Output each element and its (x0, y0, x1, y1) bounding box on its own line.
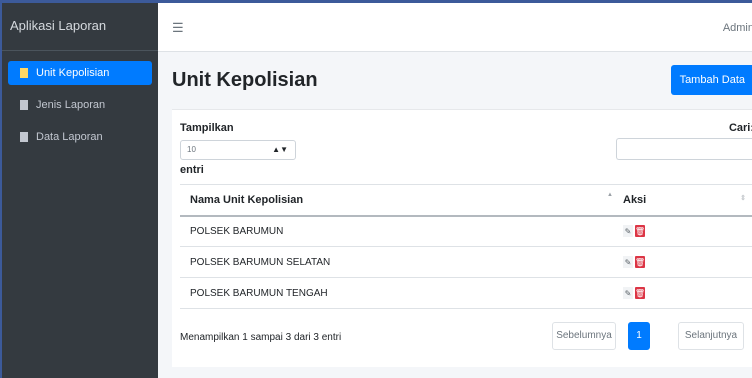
search-label: Cari: (728, 122, 752, 134)
sidebar-item-unit-kepolisian[interactable]: Unit Kepolisian (8, 61, 152, 85)
table-row: POLSEK BARUMUN TENGAH ✎ 🗑 (180, 277, 752, 309)
data-table: Nama Unit Kepolisian ▲ Aksi ⇕ POLSEK BAR… (180, 184, 752, 309)
hamburger-icon[interactable]: ☰ (172, 20, 184, 36)
column-header-name[interactable]: Nama Unit Kepolisian ▲ (180, 184, 619, 217)
edit-icon[interactable]: ✎ (623, 287, 633, 299)
unit-name-cell: POLSEK BARUMUN SELATAN (180, 246, 619, 278)
trash-icon[interactable]: 🗑 (635, 256, 645, 268)
actions-cell: ✎ 🗑 (619, 246, 752, 278)
edit-icon[interactable]: ✎ (623, 225, 633, 238)
document-icon (20, 100, 28, 110)
sort-asc-icon: ▲ (607, 192, 613, 198)
search-input[interactable] (616, 138, 752, 160)
sidebar: Aplikasi Laporan Unit Kepolisian Jenis L… (2, 3, 158, 378)
data-card: Tampilkan 10 ▲▼ entri Cari: Nama Unit Ke… (172, 109, 752, 367)
document-icon (20, 68, 28, 78)
sort-icon: ⇕ (740, 195, 746, 202)
sidebar-item-data-laporan[interactable]: Data Laporan (8, 125, 152, 149)
page-title: Unit Kepolisian (172, 69, 318, 91)
edit-icon[interactable]: ✎ (623, 256, 633, 268)
sidebar-item-label: Data Laporan (36, 131, 103, 143)
unit-name-cell: POLSEK BARUMUN (180, 215, 619, 247)
entries-label: entri (180, 164, 204, 176)
sidebar-item-label: Jenis Laporan (36, 99, 106, 111)
page-size-value: 10 (187, 145, 196, 154)
pagination-next-button[interactable]: Selanjutnya (678, 322, 744, 350)
document-icon (20, 132, 28, 142)
table-header-row: Nama Unit Kepolisian ▲ Aksi ⇕ (180, 184, 752, 217)
app-window: Aplikasi Laporan Unit Kepolisian Jenis L… (0, 0, 752, 378)
page-size-select[interactable]: 10 ▲▼ (180, 140, 296, 160)
select-caret-icon: ▲▼ (272, 145, 288, 154)
main-content: ☰ Admin Unit Kepolisian Tambah Data Tamp… (158, 3, 752, 378)
sidebar-nav: Unit Kepolisian Jenis Laporan Data Lapor… (2, 51, 158, 149)
column-header-aksi[interactable]: Aksi ⇕ (619, 184, 752, 217)
pagination-prev-button[interactable]: Sebelumnya (552, 322, 616, 350)
add-data-button[interactable]: Tambah Data (670, 65, 752, 95)
actions-cell: ✎ 🗑 (619, 215, 752, 247)
sidebar-item-jenis-laporan[interactable]: Jenis Laporan (8, 93, 152, 117)
show-entries-label: Tampilkan (180, 122, 234, 134)
table-row: POLSEK BARUMUN SELATAN ✎ 🗑 (180, 246, 752, 278)
trash-icon[interactable]: 🗑 (635, 287, 645, 299)
pagination-page-button[interactable]: 1 (628, 322, 650, 350)
brand-title[interactable]: Aplikasi Laporan (2, 3, 158, 51)
unit-name-cell: POLSEK BARUMUN TENGAH (180, 277, 619, 309)
table-info: Menampilkan 1 sampai 3 dari 3 entri (180, 332, 342, 343)
trash-icon[interactable]: 🗑 (635, 225, 645, 238)
user-menu[interactable]: Admin (723, 22, 752, 34)
top-navbar: ☰ Admin (158, 3, 752, 52)
sidebar-item-label: Unit Kepolisian (36, 67, 110, 79)
table-row: POLSEK BARUMUN ✎ 🗑 (180, 215, 752, 247)
actions-cell: ✎ 🗑 (619, 277, 752, 309)
